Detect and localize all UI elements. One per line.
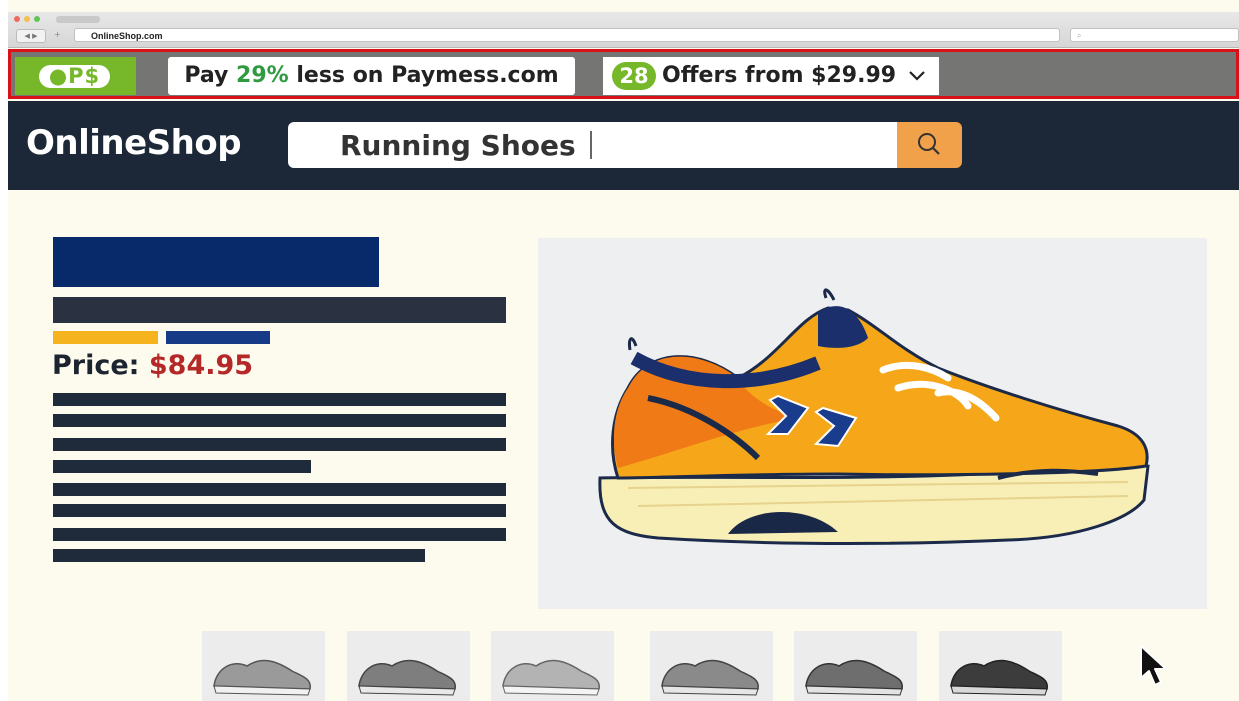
browser-window: ◀ ▶ + OnlineShop.com ⌕ ●P$ Pay 29% less … (8, 0, 1239, 701)
pay-less-offer[interactable]: Pay 29% less on Paymess.com (168, 57, 575, 95)
product-thumbnail[interactable] (202, 631, 325, 701)
minimize-window-icon[interactable] (24, 16, 30, 22)
pay-suffix: less on Paymess.com (288, 63, 559, 88)
shoe-thumbnail-image (213, 659, 311, 696)
chevron-down-icon (909, 71, 925, 81)
product-search-input[interactable] (288, 122, 900, 168)
description-line (53, 504, 506, 517)
browser-search-icon: ⌕ (1077, 31, 1082, 40)
product-subtitle-placeholder (53, 297, 506, 323)
product-thumbnail[interactable] (794, 631, 917, 701)
offers-count-badge: 28 (612, 62, 656, 90)
offers-text: Offers from $29.99 (662, 63, 897, 88)
description-line (53, 528, 506, 541)
product-thumbnail[interactable] (650, 631, 773, 701)
extension-logo[interactable]: ●P$ (15, 57, 136, 95)
extension-toolbar: ●P$ Pay 29% less on Paymess.com 28 Offer… (8, 49, 1239, 99)
shoe-thumbnail-image (502, 659, 600, 696)
product-price: Price: $84.95 (52, 350, 253, 381)
maximize-window-icon[interactable] (34, 16, 40, 22)
product-thumbnail[interactable] (939, 631, 1062, 701)
close-window-icon[interactable] (14, 16, 20, 22)
product-thumbnail[interactable] (347, 631, 470, 701)
shoe-thumbnail-image (661, 659, 759, 696)
description-line (53, 414, 506, 427)
site-header: OnlineShop (8, 101, 1239, 190)
product-title-placeholder (53, 237, 379, 287)
product-thumbnail[interactable] (491, 631, 614, 701)
shoe-thumbnail-image (950, 659, 1048, 696)
description-line (53, 483, 506, 496)
browser-tab[interactable] (56, 16, 100, 23)
category-placeholder (166, 331, 270, 344)
browser-toolbar: ◀ ▶ + OnlineShop.com ⌕ (8, 12, 1239, 48)
description-line (53, 549, 425, 562)
browser-search-field[interactable]: ⌕ (1070, 28, 1239, 42)
reload-icon[interactable]: + (54, 29, 68, 41)
back-forward-buttons[interactable]: ◀ ▶ (16, 29, 46, 43)
address-bar-url: OnlineShop.com (91, 31, 163, 41)
site-logo[interactable]: OnlineShop (26, 123, 242, 163)
shoe-thumbnail-image (805, 659, 903, 696)
product-image[interactable] (538, 238, 1207, 609)
mouse-cursor-icon (1140, 645, 1167, 686)
text-caret (590, 131, 592, 159)
pay-prefix: Pay (184, 63, 237, 88)
price-label: Price: (52, 350, 149, 381)
search-button[interactable] (897, 122, 962, 168)
price-value: $84.95 (148, 350, 254, 381)
description-line (53, 438, 506, 451)
pay-percent: 29% (236, 63, 289, 88)
description-line (53, 460, 311, 473)
search-icon (918, 133, 940, 155)
running-shoe-image (598, 288, 1150, 545)
rating-placeholder (53, 331, 158, 344)
shoe-thumbnail-image (358, 659, 456, 696)
description-line (53, 393, 506, 406)
extension-logo-text: ●P$ (39, 65, 110, 88)
address-bar[interactable]: OnlineShop.com (74, 28, 1060, 42)
offers-dropdown[interactable]: 28 Offers from $29.99 (603, 57, 939, 95)
